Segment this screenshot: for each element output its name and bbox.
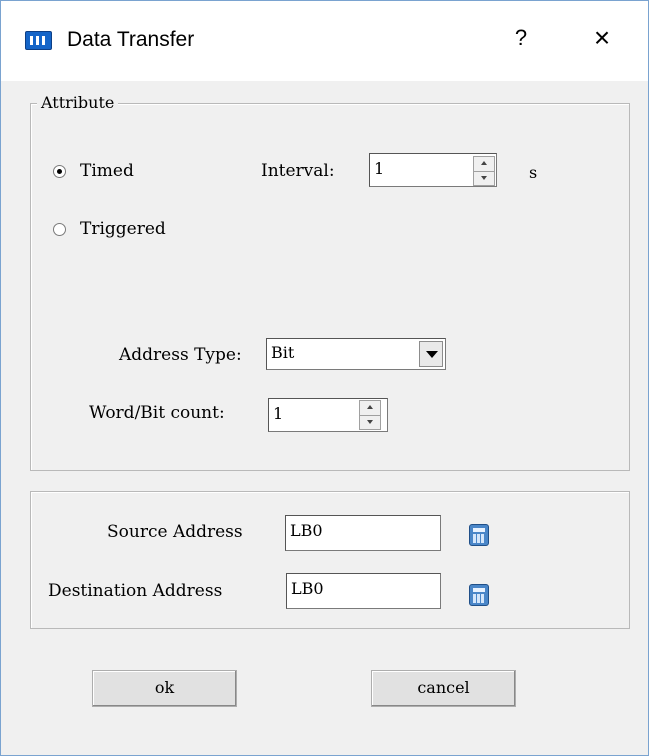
- interval-up-arrow-icon[interactable]: [474, 157, 494, 171]
- attribute-group-legend: Attribute: [37, 93, 119, 113]
- ok-button[interactable]: ok: [92, 670, 237, 707]
- triggered-radio[interactable]: Triggered: [53, 219, 166, 239]
- source-address-calculator-icon[interactable]: [469, 524, 489, 546]
- hmi-app-icon: [25, 31, 52, 50]
- interval-down-arrow-icon[interactable]: [474, 171, 494, 186]
- word-bit-count-spinner[interactable]: [359, 400, 381, 430]
- timed-radio[interactable]: Timed: [53, 161, 134, 181]
- dropdown-arrow-icon[interactable]: [419, 341, 443, 367]
- cancel-button[interactable]: cancel: [371, 670, 516, 707]
- triggered-radio-indicator[interactable]: [53, 222, 66, 236]
- help-button[interactable]: ?: [506, 23, 536, 53]
- word-bit-count-label: Word/Bit count:: [89, 403, 225, 423]
- count-up-arrow-icon[interactable]: [360, 401, 380, 415]
- timed-radio-indicator[interactable]: [53, 164, 66, 178]
- source-address-input[interactable]: LB0: [285, 515, 441, 551]
- destination-address-label: Destination Address: [48, 581, 223, 601]
- interval-unit: s: [529, 163, 538, 182]
- interval-spinner[interactable]: [473, 156, 495, 186]
- destination-address-input[interactable]: LB0: [286, 573, 441, 609]
- title-bar: Data Transfer ? ×: [1, 1, 648, 81]
- timed-radio-label: Timed: [80, 161, 134, 181]
- triggered-radio-label: Triggered: [80, 219, 166, 239]
- source-address-label: Source Address: [107, 522, 243, 542]
- address-type-label: Address Type:: [119, 345, 242, 365]
- window-title: Data Transfer: [67, 28, 195, 51]
- destination-address-calculator-icon[interactable]: [469, 584, 489, 606]
- close-button[interactable]: ×: [587, 23, 617, 53]
- count-down-arrow-icon[interactable]: [360, 415, 380, 430]
- data-transfer-dialog: Data Transfer ? × Attribute Timed Trigge…: [0, 0, 649, 756]
- interval-label: Interval:: [261, 161, 335, 181]
